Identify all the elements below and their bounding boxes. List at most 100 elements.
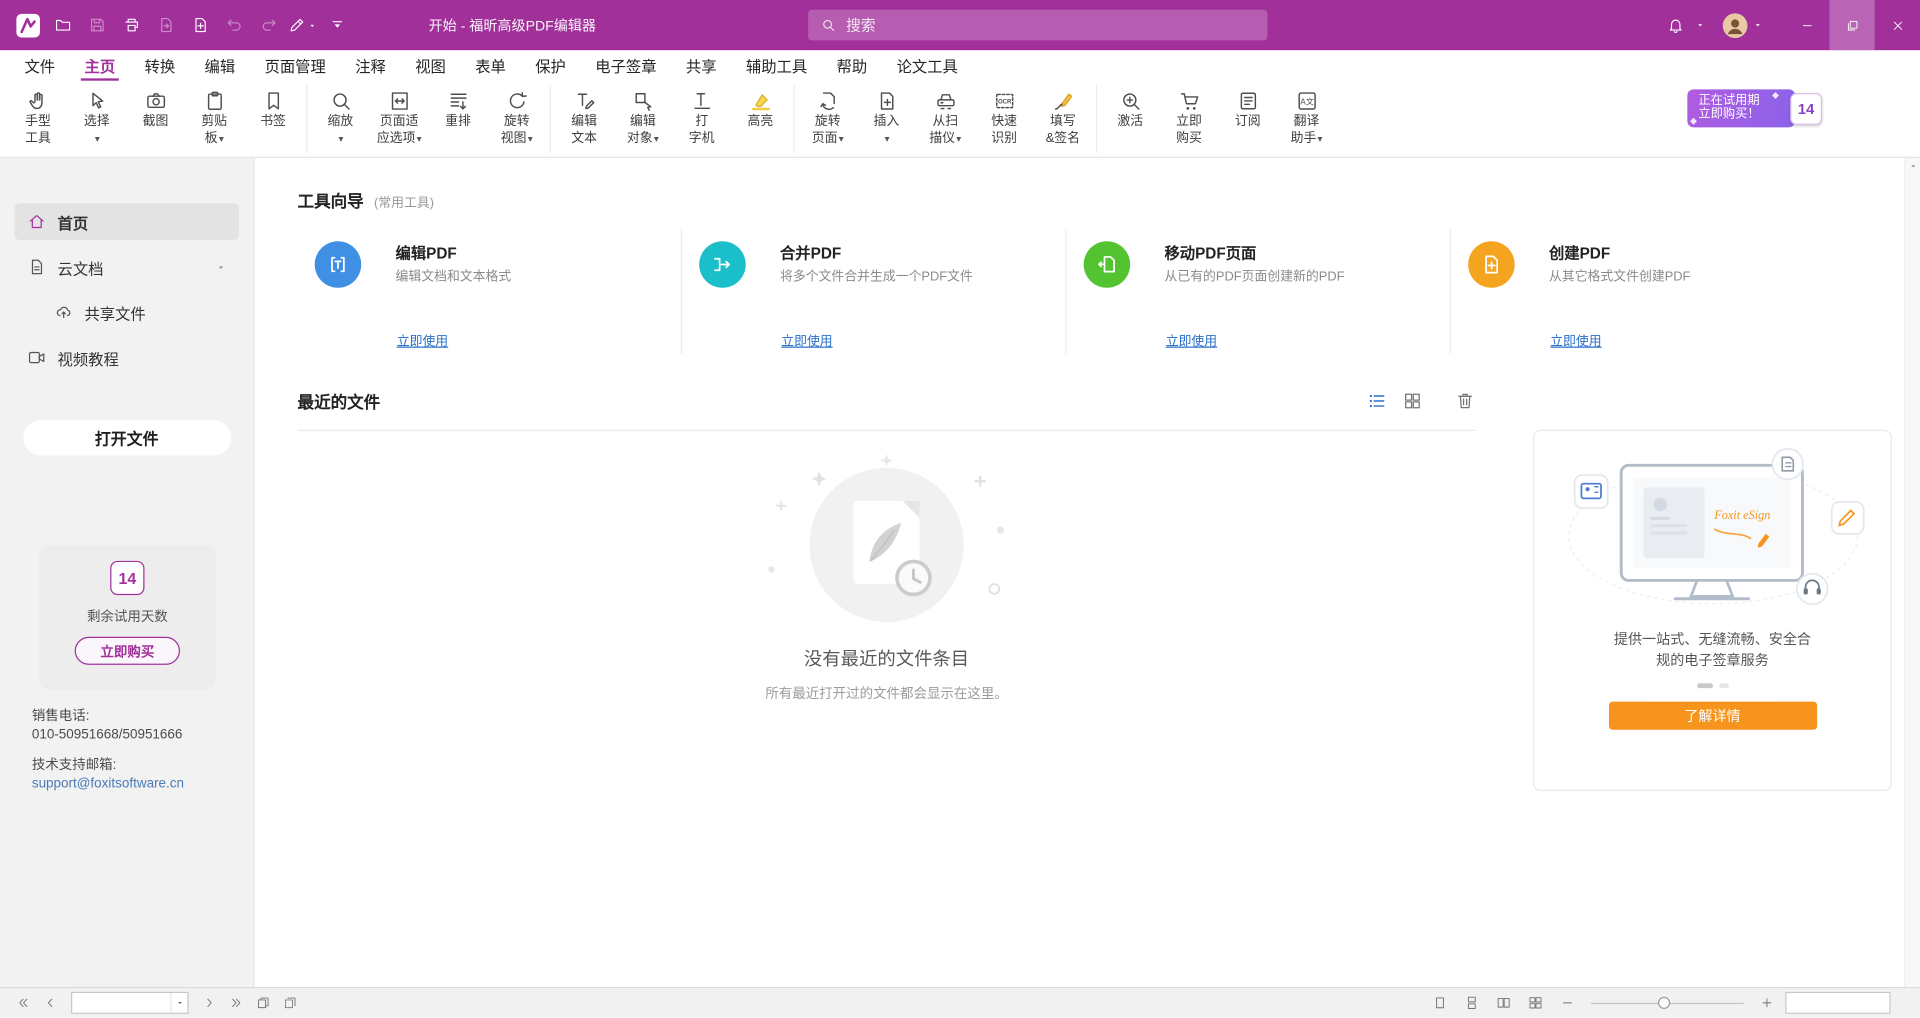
zoom-slider-thumb[interactable] xyxy=(1658,997,1670,1009)
user-avatar[interactable] xyxy=(1722,12,1749,39)
tool-card-merge-pdf[interactable]: 合并PDF将多个文件合并生成一个PDF文件立即使用 xyxy=(682,229,1066,354)
ribbon-edit-text-button[interactable]: 编辑文本 xyxy=(555,84,614,153)
ribbon-buy-now-button[interactable]: 立即购买 xyxy=(1160,84,1219,153)
ribbon-fit-page-options-button[interactable]: 页面适应选项▾ xyxy=(370,84,429,153)
list-view-button[interactable] xyxy=(1367,390,1388,411)
page-dropdown-icon[interactable] xyxy=(170,993,187,1013)
zoom-level-input[interactable] xyxy=(1787,996,1890,1011)
support-email-link[interactable]: support@foxitsoftware.cn xyxy=(32,775,184,793)
trial-banner[interactable]: 正在试用期 立即购买！ 14 xyxy=(1687,89,1795,127)
ribbon-hand-tool-button[interactable]: 手型工具 xyxy=(9,84,68,153)
close-button[interactable] xyxy=(1875,0,1920,50)
ribbon-rotate-view-button[interactable]: 旋转视图▾ xyxy=(487,84,546,153)
menu-comment[interactable]: 注释 xyxy=(341,50,401,81)
tool-card-move-pdf-pages[interactable]: 移动PDF页面从已有的PDF页面创建新的PDF立即使用 xyxy=(1067,229,1451,354)
grid-view-button[interactable] xyxy=(1402,390,1423,411)
export-pdf-icon[interactable] xyxy=(149,9,181,41)
esign-pen-icon[interactable] xyxy=(287,9,319,41)
ribbon-select-button[interactable]: 选择▾ xyxy=(67,84,126,153)
notifications-caret-icon[interactable] xyxy=(1695,20,1706,31)
tool-card-create-pdf[interactable]: 创建PDF从其它格式文件创建PDF立即使用 xyxy=(1451,229,1834,354)
zoom-out-button[interactable] xyxy=(1554,991,1581,1015)
dropdown-caret-icon: ▾ xyxy=(956,133,961,144)
ribbon-edit-object-button[interactable]: 编辑对象▾ xyxy=(613,84,672,153)
ribbon-rotate-pages-button[interactable]: 旋转页面▾ xyxy=(798,84,857,153)
search-box[interactable]: 搜索 xyxy=(808,10,1267,41)
previous-page-button[interactable] xyxy=(37,991,64,1015)
menu-accessibility[interactable]: 辅助工具 xyxy=(731,50,822,81)
use-now-link[interactable]: 立即使用 xyxy=(1166,332,1217,350)
menu-convert[interactable]: 转换 xyxy=(130,50,190,81)
menu-edit[interactable]: 编辑 xyxy=(190,50,250,81)
menu-organize[interactable]: 页面管理 xyxy=(250,50,341,81)
menu-view[interactable]: 视图 xyxy=(401,50,461,81)
restore-button[interactable] xyxy=(1829,0,1874,50)
menu-protect[interactable]: 保护 xyxy=(521,50,581,81)
ribbon-subscribe-button[interactable]: 订阅 xyxy=(1218,84,1277,153)
tools-section-header: 工具向导 (常用工具) xyxy=(298,187,434,213)
ribbon-translate-assistant-button[interactable]: A文翻译助手▾ xyxy=(1277,84,1336,153)
facing-view-button[interactable] xyxy=(1490,991,1517,1015)
menu-file[interactable]: 文件 xyxy=(10,50,70,81)
zoom-slider[interactable] xyxy=(1591,992,1744,1014)
menu-esign[interactable]: 电子签章 xyxy=(581,50,672,81)
undo-icon[interactable] xyxy=(218,9,250,41)
page-number-input[interactable] xyxy=(72,996,170,1011)
menu-paper-tools[interactable]: 论文工具 xyxy=(882,50,973,81)
sidebar-item-video-tutorials[interactable]: 视频教程 xyxy=(15,339,239,376)
ribbon-from-scanner-button[interactable]: 从扫描仪▾ xyxy=(916,84,975,153)
first-page-button[interactable] xyxy=(10,991,37,1015)
zoom-level-box[interactable] xyxy=(1785,992,1890,1014)
minimize-button[interactable] xyxy=(1784,0,1829,50)
single-page-view-button[interactable] xyxy=(1427,991,1454,1015)
ribbon-insert-pages-button[interactable]: 插入▾ xyxy=(857,84,916,153)
open-folder-icon[interactable] xyxy=(47,9,79,41)
print-icon[interactable] xyxy=(115,9,147,41)
clear-recent-button[interactable] xyxy=(1455,390,1476,411)
page-number-box[interactable] xyxy=(71,992,189,1014)
expand-caret-icon[interactable] xyxy=(216,261,227,272)
copy-pages-icon[interactable] xyxy=(277,991,304,1015)
vertical-scrollbar[interactable] xyxy=(1904,158,1920,987)
ribbon-fill-sign-button[interactable]: 填写&签名 xyxy=(1033,84,1092,153)
zoom-in-button[interactable] xyxy=(1753,991,1780,1015)
ribbon-zoom-button[interactable]: 缩放▾ xyxy=(311,84,370,153)
open-file-button[interactable]: 打开文件 xyxy=(23,420,231,456)
customize-quick-access-icon[interactable] xyxy=(321,9,353,41)
continuous-facing-view-button[interactable] xyxy=(1522,991,1549,1015)
sidebar-item-shared-files[interactable]: 共享文件 xyxy=(42,294,239,331)
scroll-up-icon[interactable] xyxy=(1905,160,1920,171)
ribbon-activate-button[interactable]: 激活 xyxy=(1101,84,1160,153)
last-page-button[interactable] xyxy=(223,991,250,1015)
carousel-dot[interactable] xyxy=(1719,683,1729,688)
ribbon-typewriter-button[interactable]: 打字机 xyxy=(672,84,731,153)
ribbon-bookmark-button[interactable]: 书签 xyxy=(244,84,303,153)
notifications-bell-icon[interactable] xyxy=(1659,9,1691,41)
trial-days-count: 14 xyxy=(1790,93,1822,125)
ribbon-snapshot-button[interactable]: 截图 xyxy=(126,84,185,153)
next-page-button[interactable] xyxy=(196,991,223,1015)
account-caret-icon[interactable] xyxy=(1752,20,1763,31)
buy-now-button[interactable]: 立即购买 xyxy=(75,637,180,665)
sidebar-item-home[interactable]: 首页 xyxy=(15,203,239,240)
menu-help[interactable]: 帮助 xyxy=(822,50,882,81)
save-icon[interactable] xyxy=(81,9,113,41)
menu-share[interactable]: 共享 xyxy=(671,50,731,81)
ribbon-reflow-button[interactable]: 重排 xyxy=(429,84,488,153)
menu-form[interactable]: 表单 xyxy=(461,50,521,81)
carousel-dot-active[interactable] xyxy=(1697,683,1713,688)
redo-icon[interactable] xyxy=(252,9,284,41)
use-now-link[interactable]: 立即使用 xyxy=(397,332,448,350)
tool-card-edit-pdf[interactable]: 编辑PDF编辑文档和文本格式立即使用 xyxy=(298,229,682,354)
ribbon-clipboard-button[interactable]: 剪贴板▾ xyxy=(185,84,244,153)
continuous-view-button[interactable] xyxy=(1458,991,1485,1015)
ribbon-highlight-button[interactable]: 高亮 xyxy=(731,84,790,153)
use-now-link[interactable]: 立即使用 xyxy=(1550,332,1601,350)
sidebar-item-cloud-docs[interactable]: 云文档 xyxy=(15,249,239,286)
new-document-icon[interactable] xyxy=(184,9,216,41)
ribbon-quick-ocr-button[interactable]: OCR快速识别 xyxy=(975,84,1034,153)
learn-more-button[interactable]: 了解详情 xyxy=(1608,702,1816,730)
use-now-link[interactable]: 立即使用 xyxy=(781,332,832,350)
snapshot-pages-icon[interactable] xyxy=(250,991,277,1015)
menu-home[interactable]: 主页 xyxy=(70,50,130,81)
